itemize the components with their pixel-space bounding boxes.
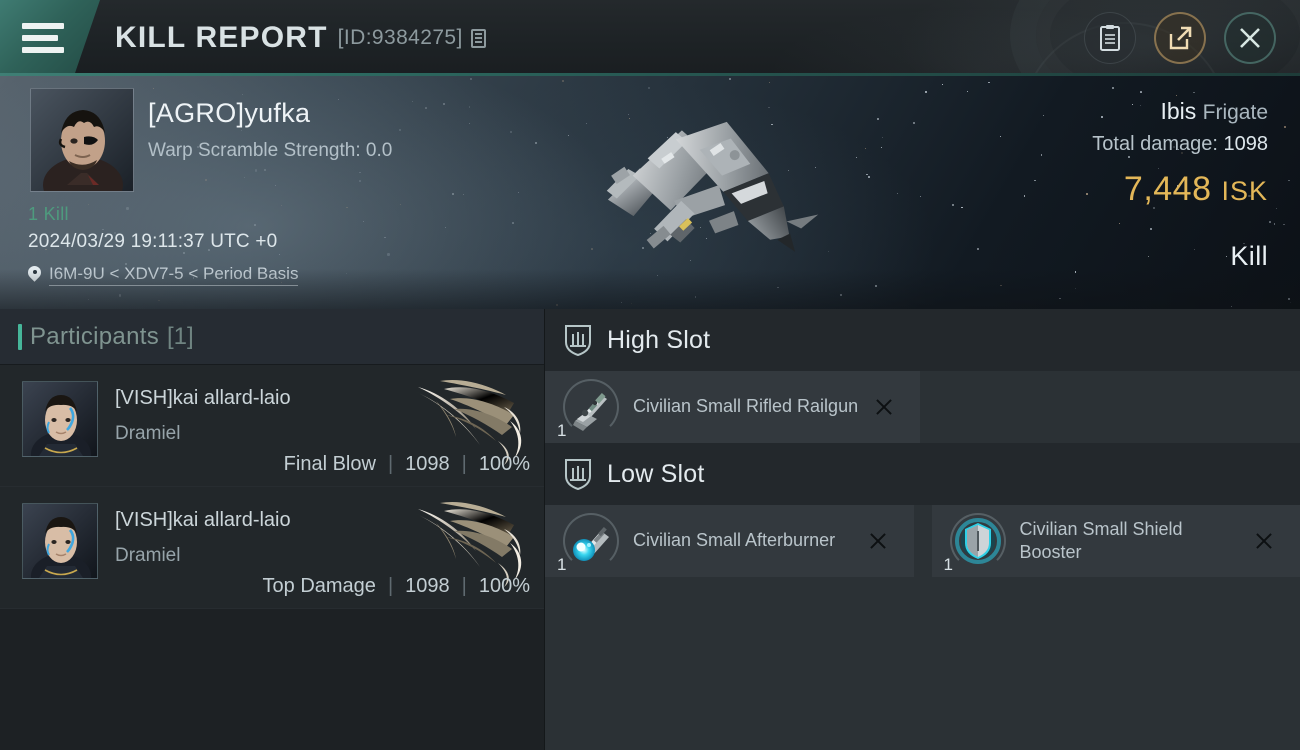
victim-ship-class: Frigate [1202, 101, 1268, 124]
banner-fade [0, 269, 1300, 309]
participant-portrait [23, 382, 97, 456]
low-slot-shield-icon [565, 459, 591, 491]
module-icon: 1 [557, 513, 619, 574]
module-name: Civilian Small Shield Booster [1019, 518, 1183, 562]
copy-icon[interactable] [470, 28, 486, 48]
participant-ship: Dramiel [115, 545, 181, 566]
module-name: Civilian Small Rifled Railgun [633, 396, 859, 417]
participant-damage: 1098 [405, 453, 450, 475]
remove-icon[interactable] [1254, 531, 1274, 551]
participant-portrait [23, 504, 97, 578]
module-name: Civilian Small Afterburner [633, 530, 836, 551]
title-group: KILL REPORT [ID:9384275] [115, 0, 486, 76]
participant-role: Final Blow [283, 453, 376, 475]
external-link-icon [1169, 26, 1192, 50]
close-icon [1240, 28, 1260, 48]
table-row[interactable]: [VISH]kai allard-laio Dramiel [0, 487, 544, 609]
hamburger-icon [22, 23, 64, 53]
kill-timestamp: 2024/03/29 19:11:37 UTC +0 [28, 231, 278, 252]
participant-ship: Dramiel [115, 423, 181, 444]
module-quantity: 1 [943, 555, 953, 574]
participants-panel: Participants [1] [VISH]kai allard-laio D… [0, 309, 545, 750]
avatar[interactable] [22, 503, 98, 579]
warp-scramble-strength: Warp Scramble Strength: 0.0 [148, 140, 393, 161]
module-ring [949, 513, 1006, 569]
fitting-panel: High Slot 1 Civilian Small Rifled Railgu… [545, 309, 1300, 750]
clipboard-icon [1100, 25, 1120, 51]
high-slot-shield-icon [565, 325, 591, 357]
module-icon: 1 [944, 513, 1006, 574]
module-quantity: 1 [557, 421, 567, 440]
divider: | [387, 575, 394, 597]
kill-result: Kill [1230, 241, 1268, 271]
page-title: KILL REPORT [115, 21, 328, 54]
victim-banner: [AGRO]yufka Warp Scramble Strength: 0.0 … [0, 76, 1300, 309]
participant-name: [VISH]kai allard-laio [115, 509, 291, 531]
module-card[interactable]: 1 Civilian Small Rifled Railgun [545, 371, 920, 443]
menu-button[interactable] [0, 0, 100, 76]
victim-ship: Ibis Frigate [1092, 98, 1268, 125]
participant-percent: 100% [478, 575, 530, 597]
avatar[interactable] [30, 88, 134, 192]
participants-count: [1] [167, 322, 194, 350]
close-button[interactable] [1224, 12, 1276, 64]
isk-unit: ISK [1221, 176, 1268, 206]
victim-ship-name: Ibis [1160, 98, 1197, 124]
remove-icon[interactable] [868, 531, 888, 551]
low-slot-title: Low Slot [607, 459, 705, 488]
high-slot-modules: 1 Civilian Small Rifled Railgun [545, 371, 1300, 443]
total-damage-label: Total damage: [1092, 133, 1218, 155]
remove-icon[interactable] [874, 397, 894, 417]
participant-role: Top Damage [262, 575, 376, 597]
kill-report-window: KILL REPORT [ID:9384275] [AGRO]yufka War… [0, 0, 1300, 750]
module-ring [563, 513, 619, 569]
high-slot-title: High Slot [607, 325, 711, 354]
participant-stats: Final Blow | 1098 | 100% [284, 453, 530, 476]
total-damage-value: 1098 [1223, 133, 1269, 155]
divider: | [387, 453, 394, 475]
participants-header: Participants [1] [0, 309, 544, 365]
title-bar: KILL REPORT [ID:9384275] [0, 0, 1300, 76]
total-damage: Total damage: 1098 [1092, 133, 1268, 156]
share-button[interactable] [1154, 12, 1206, 64]
low-slot-modules: 1 Civilian Small Afterburner 1 Civilian … [545, 505, 1300, 577]
module-card[interactable]: 1 Civilian Small Shield Booster [931, 505, 1300, 577]
participant-stats: Top Damage | 1098 | 100% [263, 575, 530, 598]
module-card[interactable]: 1 Civilian Small Afterburner [545, 505, 914, 577]
participant-percent: 100% [478, 453, 530, 475]
isk-amount: 7,448 [1123, 170, 1212, 208]
participant-name: [VISH]kai allard-laio [115, 387, 291, 409]
victim-portrait [31, 89, 133, 191]
participant-damage: 1098 [405, 575, 450, 597]
module-icon: 1 [557, 379, 619, 440]
divider: | [461, 453, 467, 475]
report-id: [ID:9384275] [337, 26, 463, 49]
kill-count: 1 Kill [28, 204, 69, 224]
divider: | [461, 575, 467, 597]
victim-stats: Ibis Frigate Total damage: 1098 7,448 IS… [1092, 98, 1268, 209]
module-ring [563, 379, 619, 435]
isk-value: 7,448 ISK [1092, 170, 1268, 209]
avatar[interactable] [22, 381, 98, 457]
accent-bar [18, 323, 22, 350]
report-button[interactable] [1084, 12, 1136, 64]
low-slot-header: Low Slot [545, 443, 1300, 505]
high-slot-header: High Slot [545, 309, 1300, 371]
table-row[interactable]: [VISH]kai allard-laio Dramiel [0, 365, 544, 487]
titlebar-actions [1084, 12, 1276, 64]
content-area: Participants [1] [VISH]kai allard-laio D… [0, 309, 1300, 750]
participants-title: Participants [30, 322, 159, 350]
module-quantity: 1 [557, 555, 567, 574]
victim-name: [AGRO]yufka [148, 98, 311, 128]
